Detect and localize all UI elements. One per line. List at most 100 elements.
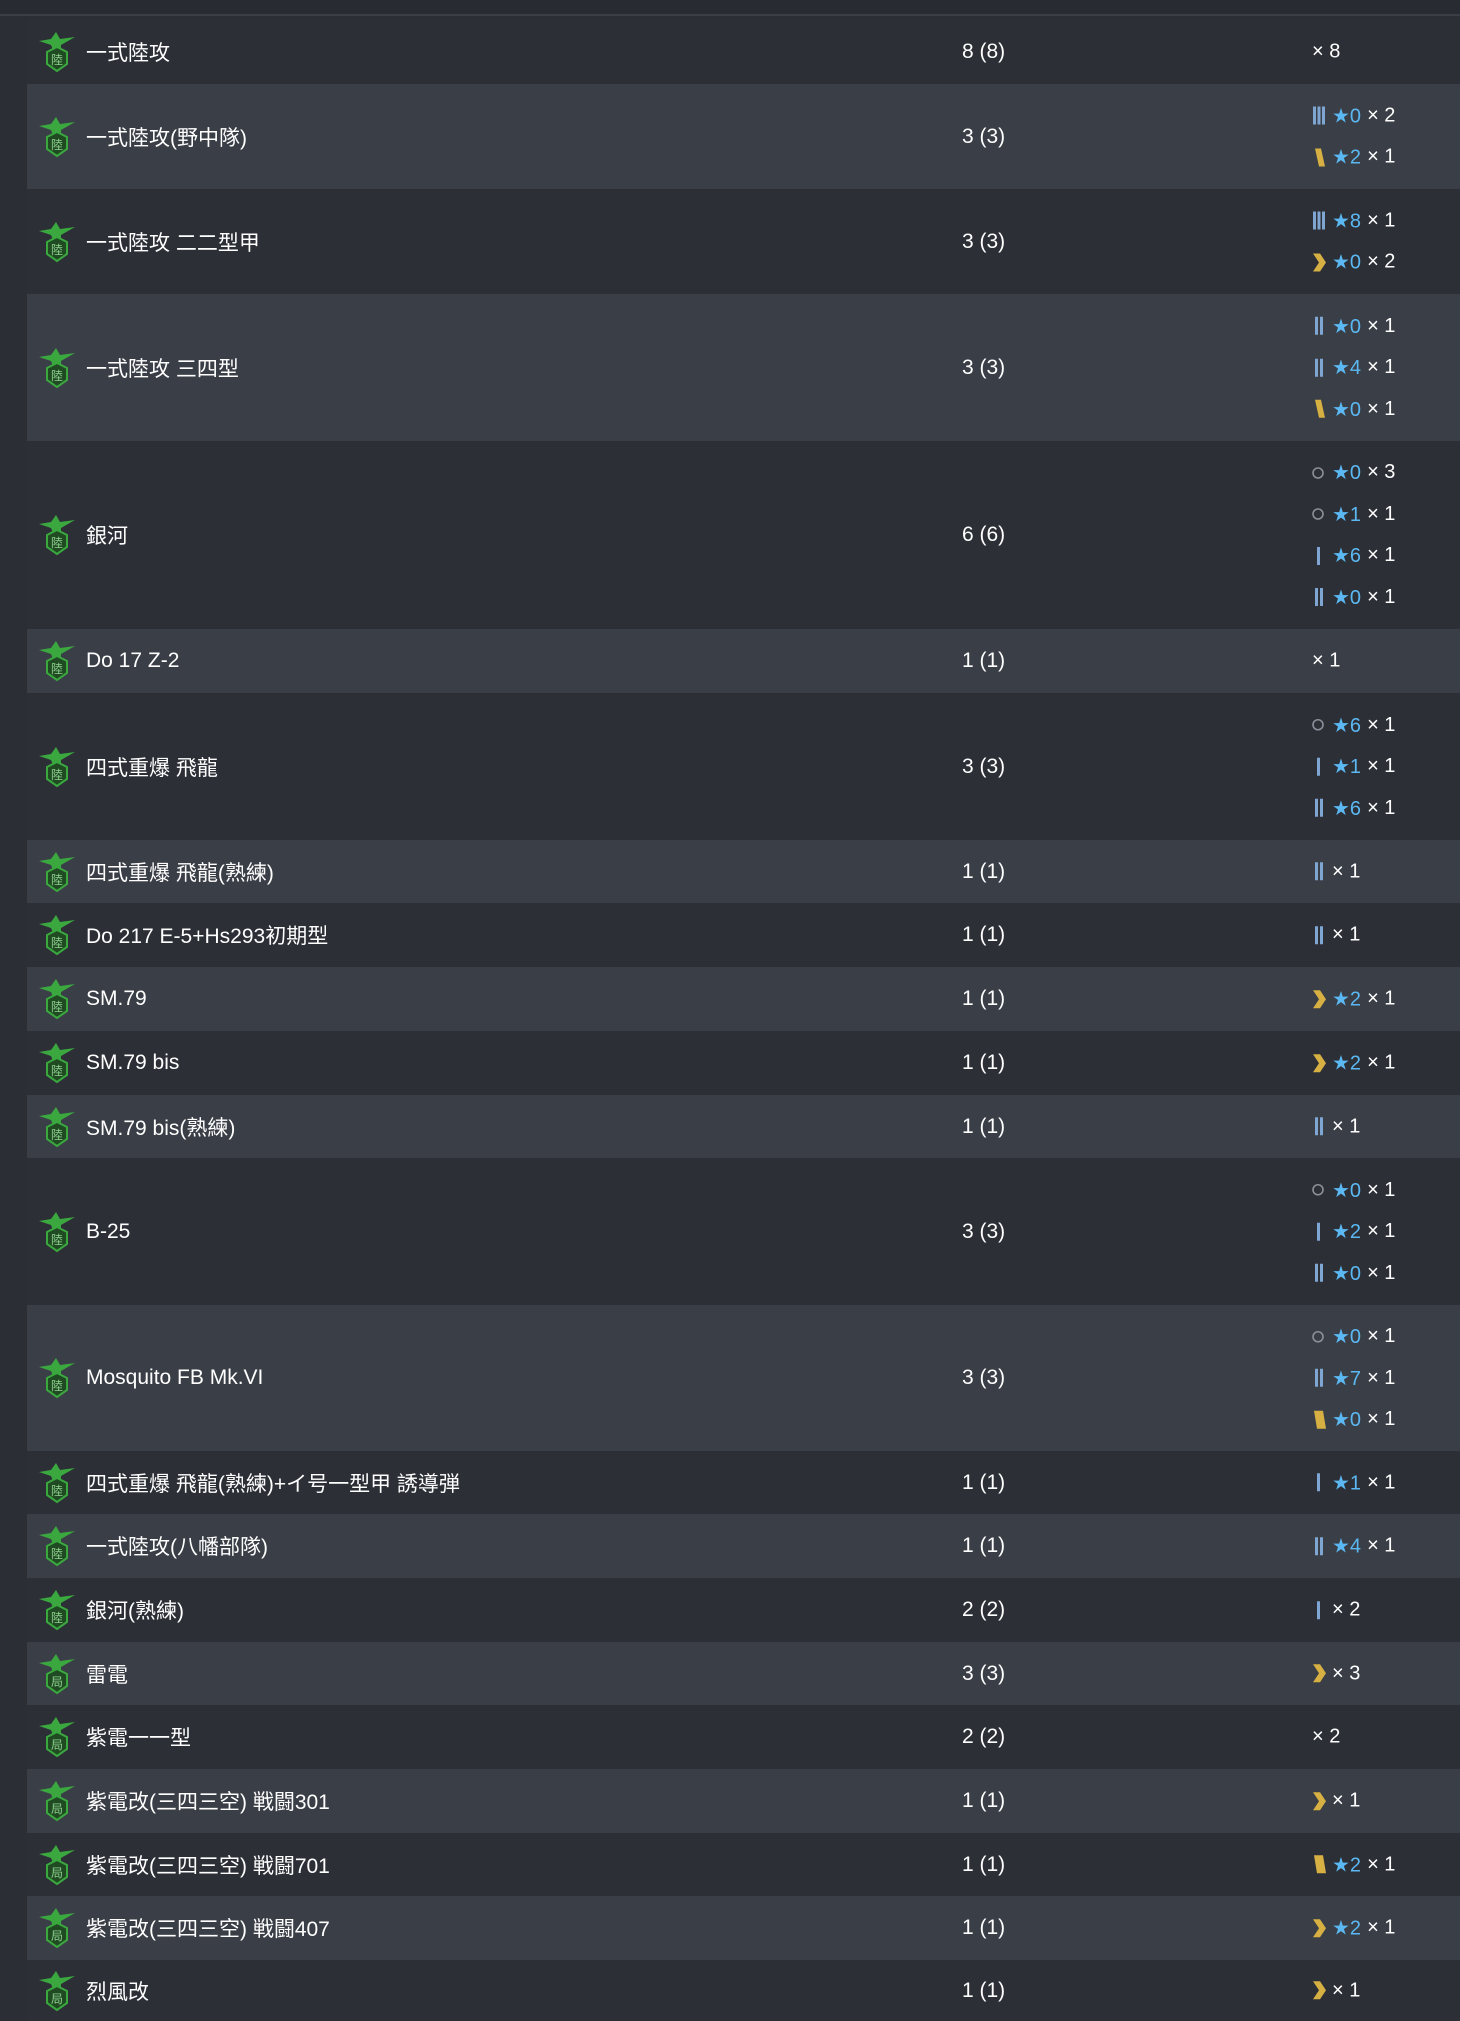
improvement-star: ★8 xyxy=(1332,210,1362,233)
aircraft-name: 雷電 xyxy=(86,1663,128,1687)
aircraft-count: 6 (6) xyxy=(962,523,1006,546)
table-row[interactable]: 局 紫電改(三四三空) 戦闘701 1 (1) ★2 × 1 xyxy=(27,1833,1460,1896)
proficiency-entry: ★4 × 1 xyxy=(1312,347,1395,389)
table-row[interactable]: 陸一式陸攻 二二型甲 3 (3) ★8 × 1 ★0 × 2 xyxy=(27,189,1460,294)
table-row[interactable]: 陸 四式重爆 飛龍(熟練)+イ号一型甲 誘導弾 1 (1) ★1 × 1 xyxy=(27,1451,1460,1514)
proficiency-rank-icon xyxy=(1312,544,1329,568)
aircraft-count: 1 (1) xyxy=(962,649,1006,672)
proficiency-rank-icon xyxy=(1312,1471,1329,1495)
land-attacker-icon: 陸 xyxy=(37,851,77,897)
proficiency-rank-icon xyxy=(1312,250,1329,274)
proficiency-entry: × 1 xyxy=(1312,1106,1360,1148)
table-row[interactable]: 陸 SM.79 bis 1 (1) ★2 × 1 xyxy=(27,1031,1460,1095)
land-attacker-icon: 陸 xyxy=(37,978,77,1024)
table-row[interactable]: 陸一式陸攻(野中隊) 3 (3) ★0 × 2 ★2 × 1 xyxy=(27,84,1460,189)
proficiency-entry: × 8 xyxy=(1312,31,1340,73)
quantity-multiplier: × 1 xyxy=(1367,987,1396,1010)
proficiency-entry: ★1 × 1 xyxy=(1312,1462,1395,1504)
quantity-multiplier: × 3 xyxy=(1367,461,1396,484)
table-row[interactable]: 局 紫電改(三四三空) 戦闘407 1 (1) ★2 × 1 xyxy=(27,1896,1460,1960)
proficiency-entry: ★0 × 1 xyxy=(1312,1169,1395,1211)
table-row[interactable]: 陸 一式陸攻(八幡部隊) 1 (1) ★4 × 1 xyxy=(27,1514,1460,1578)
quantity-multiplier: × 2 xyxy=(1367,250,1396,273)
proficiency-rank-icon xyxy=(1312,1916,1329,1940)
table-row[interactable]: 局 紫電一一型 2 (2) × 2 xyxy=(27,1705,1460,1769)
quantity-multiplier: × 1 xyxy=(1367,1261,1396,1284)
interceptor-icon: 局 xyxy=(37,1716,77,1762)
improvement-star: ★1 xyxy=(1332,1472,1362,1494)
proficiency-rank-icon xyxy=(1312,1598,1329,1622)
proficiency-rank-icon xyxy=(1312,585,1329,609)
table-row[interactable]: 陸 銀河(熟練) 2 (2) × 2 xyxy=(27,1578,1460,1642)
improvement-star: ★0 xyxy=(1332,398,1362,421)
aircraft-name: 一式陸攻 xyxy=(86,41,170,65)
improvement-star: ★2 xyxy=(1332,1854,1362,1876)
land-attacker-icon: 陸 xyxy=(37,1042,77,1088)
interceptor-icon: 局 xyxy=(37,1653,77,1699)
svg-text:陸: 陸 xyxy=(51,1547,63,1561)
table-row[interactable]: 陸 四式重爆 飛龍(熟練) 1 (1) × 1 xyxy=(27,840,1460,903)
improvement-star: ★2 xyxy=(1332,1052,1362,1075)
table-row[interactable]: 局 紫電改(三四三空) 戦闘301 1 (1) × 1 xyxy=(27,1769,1460,1833)
proficiency-list: ★1 × 1 xyxy=(1312,1462,1395,1504)
aircraft-name: Do 17 Z-2 xyxy=(86,649,180,672)
table-row[interactable]: 陸四式重爆 飛龍 3 (3) ★6 × 1 ★1 × 1 ★6 × 1 xyxy=(27,693,1460,840)
quantity-multiplier: × 8 xyxy=(1312,40,1341,62)
land-attacker-icon: 陸 xyxy=(37,1525,77,1571)
proficiency-rank-icon xyxy=(1312,1220,1329,1244)
proficiency-list: × 1 xyxy=(1312,1106,1360,1148)
quantity-multiplier: × 1 xyxy=(1332,923,1361,946)
proficiency-entry: ★2 × 1 xyxy=(1312,1907,1395,1949)
land-attacker-icon: 陸 xyxy=(37,1462,77,1508)
table-row[interactable]: 陸 Do 17 Z-2 1 (1) × 1 xyxy=(27,629,1460,693)
table-row[interactable]: 陸 SM.79 1 (1) ★2 × 1 xyxy=(27,967,1460,1031)
table-row[interactable]: 局 烈風改 1 (1) × 1 xyxy=(27,1960,1460,2021)
svg-text:陸: 陸 xyxy=(51,1379,63,1393)
proficiency-list: × 1 xyxy=(1312,640,1340,682)
aircraft-count: 1 (1) xyxy=(962,1789,1006,1812)
proficiency-entry: × 1 xyxy=(1312,851,1360,893)
svg-text:陸: 陸 xyxy=(51,936,63,950)
quantity-multiplier: × 1 xyxy=(1367,755,1396,777)
proficiency-rank-icon xyxy=(1312,987,1329,1011)
aircraft-name: 紫電改(三四三空) 戦闘301 xyxy=(86,1791,330,1814)
svg-text:局: 局 xyxy=(51,1675,63,1689)
aircraft-count: 8 (8) xyxy=(962,39,1006,63)
proficiency-rank-icon xyxy=(1312,1261,1329,1285)
proficiency-entry: ★0 × 1 xyxy=(1312,388,1395,430)
table-row[interactable]: 局 雷電 3 (3) × 3 xyxy=(27,1642,1460,1705)
improvement-star: ★7 xyxy=(1332,1367,1362,1390)
improvement-star: ★4 xyxy=(1332,357,1362,379)
quantity-multiplier: × 1 xyxy=(1332,860,1361,882)
quantity-multiplier: × 1 xyxy=(1367,1408,1396,1430)
proficiency-entry: ★0 × 1 xyxy=(1312,305,1395,347)
quantity-multiplier: × 1 xyxy=(1367,397,1396,420)
table-row[interactable]: 陸 Do 217 E-5+Hs293初期型 1 (1) × 1 xyxy=(27,903,1460,967)
svg-text:陸: 陸 xyxy=(51,138,63,152)
improvement-star: ★4 xyxy=(1332,1535,1362,1558)
table-row[interactable]: 陸 B-25 3 (3) ★0 × 1 ★2 × 1 ★0 × 1 xyxy=(27,1158,1460,1305)
quantity-multiplier: × 1 xyxy=(1367,356,1396,378)
svg-text:局: 局 xyxy=(51,1866,63,1880)
table-row[interactable]: 陸 一式陸攻 8 (8) × 8 xyxy=(27,19,1460,84)
table-row[interactable]: 陸 Mosquito FB Mk.VI 3 (3) ★0 × 1 ★7 × 1 ★0 × 1 xyxy=(27,1305,1460,1451)
proficiency-rank-icon xyxy=(1312,1534,1329,1558)
table-row[interactable]: 陸 SM.79 bis(熟練) 1 (1) × 1 xyxy=(27,1095,1460,1158)
aircraft-count: 1 (1) xyxy=(962,1916,1006,1939)
proficiency-entry: ★2 × 1 xyxy=(1312,978,1395,1020)
table-row[interactable]: 陸銀河 6 (6) ★0 × 3 ★1 × 1 ★6 × 1 ★0 × 1 xyxy=(27,441,1460,629)
aircraft-count: 3 (3) xyxy=(962,124,1006,148)
proficiency-entry: ★4 × 1 xyxy=(1312,1525,1395,1567)
proficiency-rank-icon xyxy=(1312,314,1329,338)
aircraft-name: 紫電改(三四三空) 戦闘701 xyxy=(86,1854,330,1878)
proficiency-list: ★4 × 1 xyxy=(1312,1525,1395,1567)
proficiency-rank-icon xyxy=(1312,209,1329,233)
land-attacker-icon: 陸 xyxy=(37,640,77,686)
quantity-multiplier: × 1 xyxy=(1367,1366,1396,1389)
improvement-star: ★1 xyxy=(1332,503,1362,526)
improvement-star: ★2 xyxy=(1332,988,1362,1011)
aircraft-name: 四式重爆 飛龍 xyxy=(86,756,218,780)
table-row[interactable]: 陸一式陸攻 三四型 3 (3) ★0 × 1 ★4 × 1 ★0 × 1 xyxy=(27,294,1460,441)
land-attacker-icon: 陸 xyxy=(37,116,77,162)
quantity-multiplier: × 1 xyxy=(1367,1220,1396,1242)
